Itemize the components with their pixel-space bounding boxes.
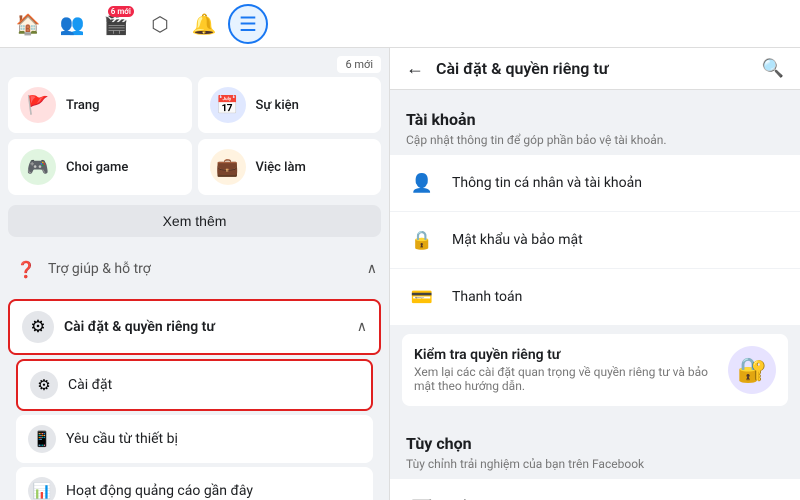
video-badge: 6 mới bbox=[108, 6, 134, 17]
search-icon[interactable]: 🔍 bbox=[762, 58, 784, 79]
help-header[interactable]: ❓ Trợ giúp & hỗ trợ ∧ bbox=[8, 247, 381, 291]
section-gap bbox=[390, 414, 800, 422]
cai-dat-item[interactable]: ⚙ Cài đặt bbox=[16, 359, 373, 411]
bang-tin-item[interactable]: 📰 Bảng tin bbox=[390, 479, 800, 500]
menu-nav[interactable]: ☰ bbox=[228, 4, 268, 44]
yeu-cau-item[interactable]: 📱 Yêu cầu từ thiết bị bbox=[16, 415, 373, 463]
groups-nav[interactable]: ⬡ bbox=[140, 4, 180, 44]
mat-khau-item[interactable]: 🔒 Mật khẩu và bảo mật bbox=[390, 212, 800, 269]
yeu-cau-label: Yêu cầu từ thiết bị bbox=[66, 431, 178, 447]
help-header-left: ❓ Trợ giúp & hỗ trợ bbox=[12, 255, 151, 283]
friends-icon[interactable]: 👥 bbox=[52, 4, 92, 44]
settings-header[interactable]: ⚙ Cài đặt & quyền riêng tư ∧ bbox=[8, 299, 381, 355]
settings-label: Cài đặt & quyền riêng tư bbox=[64, 319, 215, 335]
hoat-dong-item[interactable]: 📊 Hoạt động quảng cáo gần đây bbox=[16, 467, 373, 500]
hoat-dong-icon: 📊 bbox=[28, 477, 56, 500]
top-navigation: 🏠 👥 🎬 6 mới ⬡ 🔔 ☰ bbox=[0, 0, 800, 48]
home-icon[interactable]: 🏠 bbox=[8, 4, 48, 44]
mat-khau-label: Mật khẩu và bảo mật bbox=[452, 232, 583, 248]
help-icon: ❓ bbox=[12, 255, 40, 283]
menu-icon[interactable]: ☰ bbox=[228, 4, 268, 44]
badge-row: 6 mới bbox=[8, 56, 381, 73]
settings-sub-items: ⚙ Cài đặt 📱 Yêu cầu từ thiết bị 📊 Hoạt đ… bbox=[8, 359, 381, 500]
help-chevron: ∧ bbox=[367, 261, 377, 277]
right-header: ← Cài đặt & quyền riêng tư 🔍 bbox=[390, 48, 800, 90]
right-content: Tài khoản Cập nhật thông tin để góp phần… bbox=[390, 90, 800, 500]
trang-label: Trang bbox=[66, 98, 99, 113]
choi-game-icon: 🎮 bbox=[20, 149, 56, 185]
bell-icon[interactable]: 🔔 bbox=[184, 4, 224, 44]
left-panel: 6 mới 🚩 Trang 📅 Sự kiện 🎮 Choi game 💼 V bbox=[0, 48, 390, 500]
grid-section: 6 mới 🚩 Trang 📅 Sự kiện 🎮 Choi game 💼 V bbox=[0, 48, 389, 199]
privacy-card-desc: Xem lại các cài đặt quan trọng về quyền … bbox=[414, 365, 716, 393]
bang-tin-icon: 📰 bbox=[406, 491, 438, 500]
right-panel: ← Cài đặt & quyền riêng tư 🔍 Tài khoản C… bbox=[390, 48, 800, 500]
main-content: 6 mới 🚩 Trang 📅 Sự kiện 🎮 Choi game 💼 V bbox=[0, 48, 800, 500]
grid-items: 🚩 Trang 📅 Sự kiện 🎮 Choi game 💼 Việc làm bbox=[8, 77, 381, 195]
account-title: Tài khoản bbox=[390, 98, 800, 133]
bell-nav[interactable]: 🔔 bbox=[184, 4, 224, 44]
video-nav[interactable]: 🎬 6 mới bbox=[96, 4, 136, 44]
tuy-chon-desc: Tùy chỉnh trải nghiệm của bạn trên Faceb… bbox=[390, 457, 800, 479]
viec-lam-item[interactable]: 💼 Việc làm bbox=[198, 139, 382, 195]
help-section: ❓ Trợ giúp & hỗ trợ ∧ bbox=[0, 243, 389, 295]
hoat-dong-label: Hoạt động quảng cáo gần đây bbox=[66, 483, 253, 499]
trang-item[interactable]: 🚩 Trang bbox=[8, 77, 192, 133]
thong-tin-label: Thông tin cá nhân và tài khoản bbox=[452, 175, 642, 191]
thong-tin-icon: 👤 bbox=[406, 167, 438, 199]
settings-header-left: ⚙ Cài đặt & quyền riêng tư bbox=[22, 311, 215, 343]
trang-icon: 🚩 bbox=[20, 87, 56, 123]
settings-chevron: ∧ bbox=[357, 319, 367, 335]
settings-section: ⚙ Cài đặt & quyền riêng tư ∧ ⚙ Cài đặt 📱… bbox=[0, 295, 389, 500]
new-badge: 6 mới bbox=[337, 56, 381, 73]
yeu-cau-icon: 📱 bbox=[28, 425, 56, 453]
su-kien-label: Sự kiện bbox=[256, 98, 299, 113]
privacy-card-text: Kiểm tra quyền riêng tư Xem lại các cài … bbox=[414, 347, 716, 393]
privacy-card[interactable]: Kiểm tra quyền riêng tư Xem lại các cài … bbox=[402, 334, 788, 406]
settings-gear-icon: ⚙ bbox=[22, 311, 54, 343]
thanh-toan-label: Thanh toán bbox=[452, 289, 522, 305]
see-more-button[interactable]: Xem thêm bbox=[8, 205, 381, 237]
groups-icon[interactable]: ⬡ bbox=[140, 4, 180, 44]
viec-lam-icon: 💼 bbox=[210, 149, 246, 185]
choi-game-label: Choi game bbox=[66, 160, 128, 175]
privacy-card-title: Kiểm tra quyền riêng tư bbox=[414, 347, 716, 363]
choi-game-item[interactable]: 🎮 Choi game bbox=[8, 139, 192, 195]
cai-dat-label: Cài đặt bbox=[68, 377, 112, 393]
home-nav[interactable]: 🏠 bbox=[8, 4, 48, 44]
thong-tin-item[interactable]: 👤 Thông tin cá nhân và tài khoản bbox=[390, 155, 800, 212]
thanh-toan-item[interactable]: 💳 Thanh toán bbox=[390, 269, 800, 326]
back-button[interactable]: ← bbox=[406, 58, 424, 79]
thanh-toan-icon: 💳 bbox=[406, 281, 438, 313]
friends-nav[interactable]: 👥 bbox=[52, 4, 92, 44]
su-kien-icon: 📅 bbox=[210, 87, 246, 123]
viec-lam-label: Việc làm bbox=[256, 160, 306, 175]
right-title: Cài đặt & quyền riêng tư bbox=[436, 59, 750, 78]
help-label: Trợ giúp & hỗ trợ bbox=[48, 261, 151, 277]
account-desc: Cập nhật thông tin để góp phần bảo vệ tà… bbox=[390, 133, 800, 155]
privacy-card-icon: 🔐 bbox=[728, 346, 776, 394]
su-kien-item[interactable]: 📅 Sự kiện bbox=[198, 77, 382, 133]
mat-khau-icon: 🔒 bbox=[406, 224, 438, 256]
cai-dat-icon: ⚙ bbox=[30, 371, 58, 399]
tuy-chon-title: Tùy chọn bbox=[390, 422, 800, 457]
